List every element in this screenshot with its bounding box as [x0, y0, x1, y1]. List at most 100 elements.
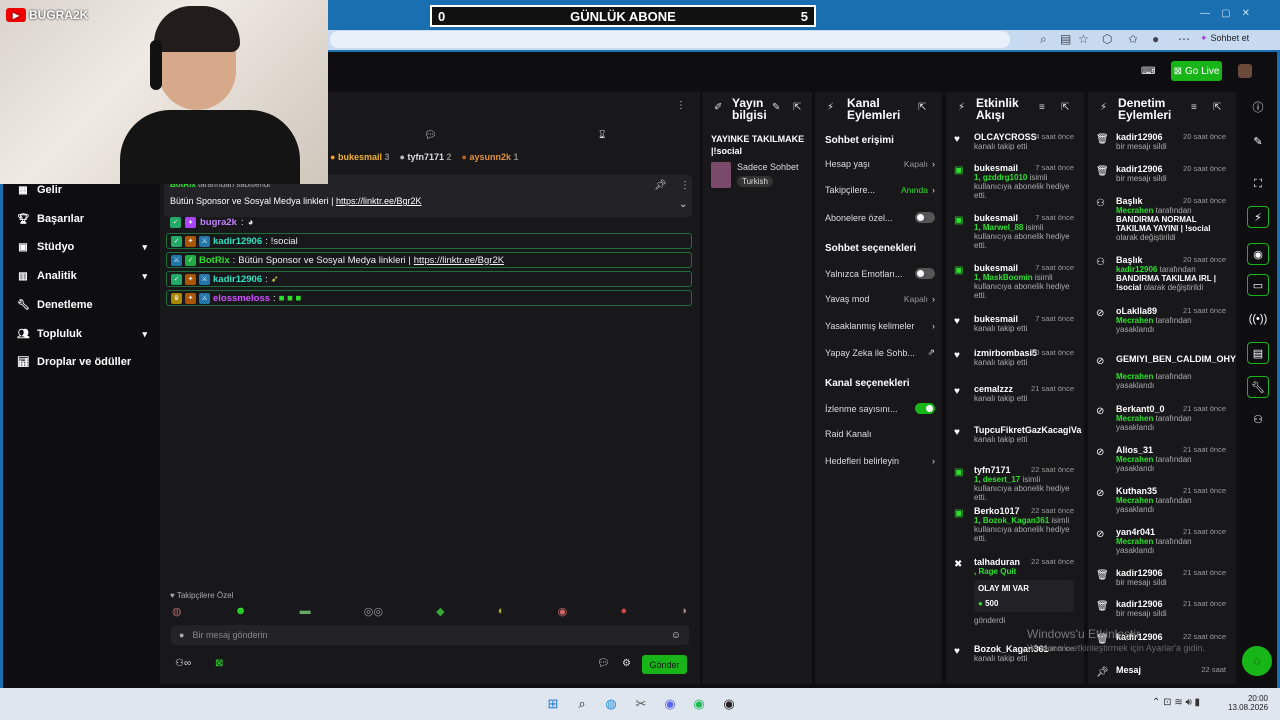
activity-item[interactable]: ♥ bukesmail kanalı takip etti 7 saat önce: [954, 314, 1078, 333]
system-tray[interactable]: ⌃ ⊡ ≋ 🔊︎ ▮: [1152, 697, 1200, 708]
followers-only-row[interactable]: Takipçilere... Anında ›: [825, 185, 935, 195]
discord-icon[interactable]: ◉: [660, 694, 680, 714]
mod-action-item[interactable]: 📌︎ Mesaj 22 saat: [1096, 665, 1230, 678]
gifter-item[interactable]: ● tyfn7171 2: [400, 152, 452, 162]
mod-action-item[interactable]: ⊘ oLaklla89 Mecrahen tarafından yasaklandı…: [1096, 306, 1230, 334]
goals-row[interactable]: Hedefleri belirleyin ›: [825, 456, 935, 466]
view-count-toggle[interactable]: [915, 403, 935, 414]
popout-icon[interactable]: ⇱: [918, 102, 926, 113]
chevron-down-icon[interactable]: ⌄: [679, 199, 687, 210]
language-tag[interactable]: Turkish: [737, 176, 773, 187]
window-controls[interactable]: — ▢ ✕: [1200, 8, 1250, 19]
chat-username[interactable]: BotRix: [199, 255, 230, 266]
mod-action-item[interactable]: ⚇ Başlık Mecrahen tarafından BANDIRMA NORM…: [1096, 196, 1230, 242]
favorites-icon[interactable]: ✩: [1128, 32, 1138, 46]
wrench-icon[interactable]: 🔧︎: [1247, 376, 1269, 398]
community-icon[interactable]: ⚇∞: [175, 658, 191, 669]
popout-icon[interactable]: ⇱: [1061, 102, 1069, 113]
copilot-chat-button[interactable]: ✦ Sohbet et: [1200, 33, 1249, 44]
mod-action-item[interactable]: 🗑︎ kadir12906 bir mesajı sildi 20 saat önce: [1096, 164, 1230, 183]
mod-action-item[interactable]: ⊘ Berkant0_0 Mecrahen tarafından yasakland…: [1096, 404, 1230, 432]
chat-input[interactable]: ● Bir mesaj gönderin ☺: [171, 625, 689, 645]
activity-item[interactable]: ▣ bukesmail 1, Marwel_88 isimli kullanıcıy…: [954, 213, 1078, 250]
keyboard-icon[interactable]: ⌨: [1141, 66, 1155, 77]
kick-icon[interactable]: ⊠: [215, 658, 223, 669]
activity-item[interactable]: ♥ izmirbombasi5 kanalı takip etti 20 saat ö…: [954, 348, 1078, 367]
community-icon[interactable]: ⚇: [1247, 408, 1269, 430]
mod-action-item[interactable]: 🗑︎ kadir12906 bir mesajı sildi 21 saat önce: [1096, 599, 1230, 618]
pencil-icon[interactable]: ✎: [1247, 130, 1269, 152]
popout-icon[interactable]: ⇱: [793, 102, 801, 113]
activity-item[interactable]: ♥ OLCAYCROSS kanalı takip etti 4 saat önce: [954, 132, 1078, 151]
subscribers-toggle[interactable]: [915, 212, 935, 223]
send-button[interactable]: Gönder: [642, 655, 687, 674]
emoji-icon[interactable]: ☺: [671, 630, 681, 641]
activity-item[interactable]: ♥ TupcuFikretGazKacagiVa kanalı takip etti: [954, 425, 1081, 444]
info-icon[interactable]: ⓘ: [1247, 96, 1269, 118]
emote-icon[interactable]: ◍: [172, 605, 182, 618]
chat-link[interactable]: https://linktr.ee/Bgr2K: [414, 255, 504, 266]
activity-item[interactable]: ▣ bukesmail 1, MaskBoomin isimli kullanıcı…: [954, 263, 1078, 300]
sidebar-item-achievements[interactable]: 🏆︎ Başarılar: [17, 213, 147, 225]
pinned-menu-icon[interactable]: ⋮: [680, 180, 690, 191]
avatar[interactable]: [1238, 64, 1252, 78]
spotify-icon[interactable]: ◉: [689, 694, 709, 714]
mod-action-item[interactable]: ⊘ Alios_31 Mecrahen tarafından yasaklandı 2…: [1096, 445, 1230, 473]
category-name[interactable]: Sadece Sohbet: [737, 162, 799, 172]
gifter-item[interactable]: ● bukesmail 3: [330, 152, 390, 162]
pin-icon[interactable]: 📌︎: [654, 180, 667, 191]
chat-bubble-icon[interactable]: 💬︎: [424, 130, 437, 141]
emote-icon[interactable]: ◑: [680, 605, 687, 618]
ai-chat-row[interactable]: Yapay Zeka ile Sohb... ⇗: [825, 347, 935, 358]
address-bar[interactable]: [330, 31, 1010, 48]
chat-username[interactable]: kadir12906: [213, 236, 262, 247]
activity-item[interactable]: ▣ bukesmail 1, gzddrg1010 isimli kullanıcı…: [954, 163, 1078, 200]
edge-icon[interactable]: ◍: [601, 694, 621, 714]
broadcast-icon[interactable]: ((•)): [1247, 308, 1269, 330]
profile-icon[interactable]: ●: [1152, 32, 1159, 46]
zoom-icon[interactable]: ⌕: [1040, 32, 1047, 47]
chat-icon[interactable]: ▭: [1247, 274, 1269, 296]
chat-username[interactable]: elossmeloss: [213, 293, 270, 304]
mod-action-item[interactable]: ⊘ Kuthan35 Mecrahen tarafından yasaklandı 2…: [1096, 486, 1230, 514]
help-chat-button[interactable]: ◌: [1242, 646, 1272, 676]
sidebar-item-community[interactable]: 👥︎ Topluluk ▾: [17, 328, 147, 340]
mod-action-item[interactable]: 🗑︎ kadir12906 bir mesajı sildi 21 saat önce: [1096, 568, 1230, 587]
search-icon[interactable]: ⌕: [572, 694, 592, 714]
sidebar-item-moderation[interactable]: 🔧︎ Denetleme: [17, 299, 147, 311]
raid-row[interactable]: Raid Kanalı: [825, 429, 935, 439]
hourglass-icon[interactable]: ⌛︎: [599, 130, 605, 141]
gear-icon[interactable]: ⚙: [622, 658, 631, 669]
activity-item[interactable]: ▣ tyfn7171 1, desert_17 isimli kullanıcıya…: [954, 465, 1078, 502]
chat-username[interactable]: bugra2k: [200, 217, 237, 228]
category-thumbnail[interactable]: [711, 162, 731, 188]
filter-icon[interactable]: ≡: [1191, 102, 1197, 113]
emotes-only-toggle[interactable]: [915, 268, 935, 279]
favorite-icon[interactable]: ☆: [1078, 32, 1089, 46]
snipping-icon[interactable]: ✂: [631, 694, 651, 714]
focus-icon[interactable]: ⛶: [1247, 173, 1269, 195]
chat-menu-icon[interactable]: ⋮: [676, 100, 686, 111]
layout-icon[interactable]: ▤: [1247, 342, 1269, 364]
emotes-only-row[interactable]: Yalnızca Emotları...: [825, 268, 935, 279]
activity-item[interactable]: ✖ talhaduran, Rage Quit OLAY MI VAR ● 500 g…: [954, 557, 1078, 625]
banned-words-row[interactable]: Yasaklanmış kelimeler ›: [825, 321, 935, 331]
account-age-row[interactable]: Hesap yaşı Kapalı ›: [825, 159, 935, 169]
sidebar-item-revenue[interactable]: ▦ Gelir: [17, 184, 147, 196]
emote-icon[interactable]: ☻: [235, 605, 247, 618]
mod-action-item[interactable]: ⊘ yan4r041 Mecrahen tarafından yasaklandı 2…: [1096, 527, 1230, 555]
view-count-row[interactable]: İzlenme sayısını...: [825, 403, 935, 414]
emote-icon[interactable]: ◎◎: [364, 605, 383, 618]
windows-start-icon[interactable]: ⊞: [543, 694, 563, 714]
emote-icon[interactable]: ◆: [436, 605, 444, 618]
sidebar-item-studio[interactable]: ▣ Stüdyo ▾: [17, 241, 147, 253]
activity-item[interactable]: ▣ Berko1017 1, Bozok_Kagan361 isimli kulla…: [954, 506, 1078, 543]
slow-mode-row[interactable]: Yavaş mod Kapalı ›: [825, 294, 935, 304]
pinned-link[interactable]: https://linktr.ee/Bgr2K: [336, 196, 422, 206]
emote-icon[interactable]: ●: [620, 605, 627, 618]
mod-action-item[interactable]: ⚇ Başlık kadir12906 tarafından BANDIRMA TA…: [1096, 255, 1230, 292]
gifter-item[interactable]: ● aysunn2k 1: [462, 152, 519, 162]
mod-action-item[interactable]: ⊘ GEMIYI_BEN_CALDIM_OHY Mecrahen tarafında…: [1096, 354, 1236, 390]
reader-icon[interactable]: ▤: [1060, 32, 1071, 46]
stream-icon[interactable]: ◉: [1247, 243, 1269, 265]
